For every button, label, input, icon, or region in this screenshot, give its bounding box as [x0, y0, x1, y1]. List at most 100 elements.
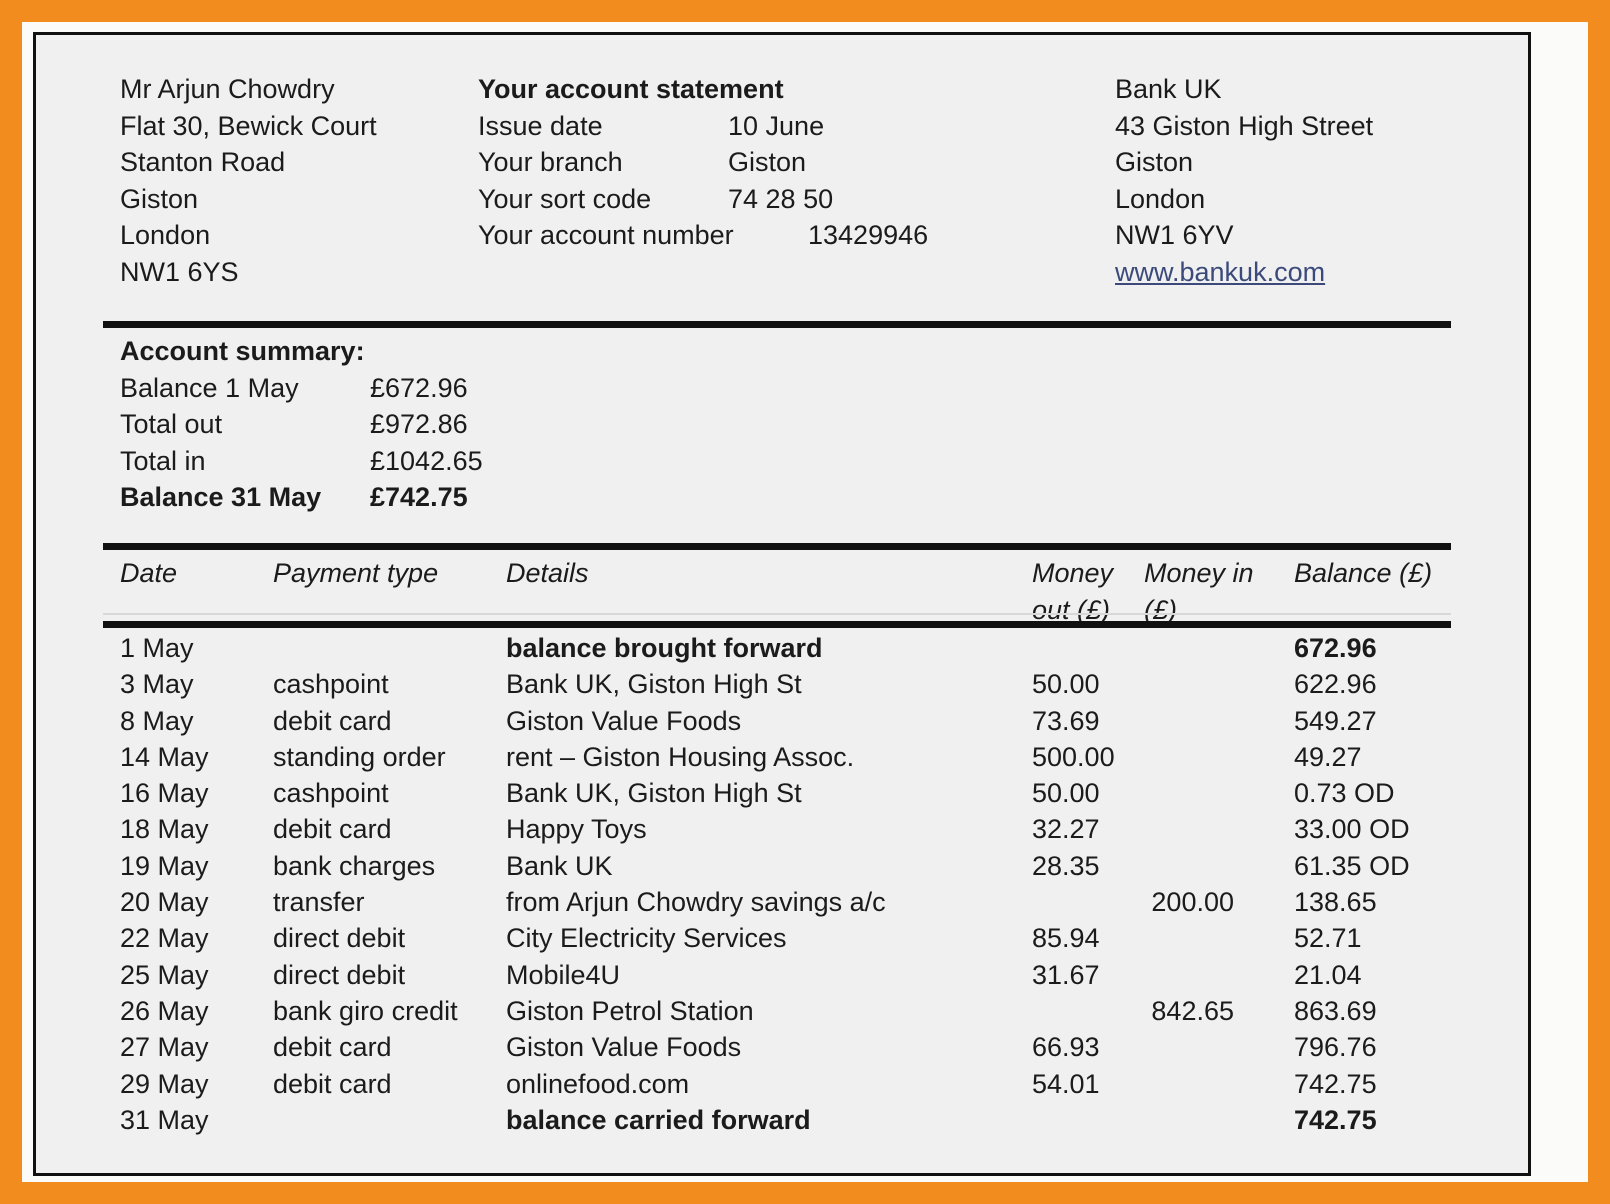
cell-balance: 0.73 OD — [1294, 778, 1395, 809]
cell-balance: 742.75 — [1294, 1104, 1377, 1135]
cell-money-in: 200.00 — [1151, 887, 1234, 918]
cell-details: Giston Petrol Station — [506, 995, 754, 1026]
sort-code-value: 74 28 50 — [728, 183, 834, 214]
table-row: 14 May standing order rent – Giston Hous… — [36, 742, 1528, 778]
cell-payment-type: direct debit — [273, 959, 406, 990]
cell-date: 16 May — [120, 778, 209, 809]
account-summary-title: Account summary: — [120, 336, 365, 366]
table-top-rule — [103, 543, 1451, 550]
cell-payment-type: bank giro credit — [273, 995, 458, 1026]
account-number-label: Your account number — [478, 220, 734, 250]
summary-value: £742.75 — [370, 482, 468, 512]
cell-money-out: 500.00 — [1032, 741, 1115, 772]
branch-row: Your branch Giston — [478, 144, 806, 181]
cell-details: City Electricity Services — [506, 923, 787, 954]
account-number-row: Your account number 13429946 — [478, 217, 928, 254]
cell-balance: 21.04 — [1294, 959, 1362, 990]
customer-address-line: Stanton Road — [120, 147, 286, 177]
bank-address-line: Bank UK — [1115, 74, 1222, 104]
cell-payment-type: bank charges — [273, 850, 436, 881]
table-row: 27 May debit card Giston Value Foods 66.… — [36, 1032, 1528, 1068]
summary-value: £972.86 — [370, 409, 468, 439]
transaction-table-header: Date Payment type Details Money out (£) … — [36, 555, 1528, 625]
cell-date: 14 May — [120, 741, 209, 772]
bank-website-link[interactable]: www.bankuk.com — [1115, 254, 1373, 291]
column-header-money-in: Money in (£) — [1144, 558, 1254, 625]
cell-date: 19 May — [120, 850, 209, 881]
customer-address-line: Giston — [120, 183, 199, 214]
cell-payment-type: debit card — [273, 1068, 392, 1099]
cell-date: 8 May — [120, 705, 194, 736]
cell-date: 29 May — [120, 1068, 209, 1099]
bank-statement-page: Mr Arjun Chowdry Flat 30, Bewick Court S… — [0, 0, 1610, 1204]
branch-label: Your branch — [478, 147, 623, 177]
cell-date: 1 May — [120, 633, 194, 663]
cell-money-out: 32.27 — [1032, 814, 1100, 845]
table-header-hairline — [103, 613, 1451, 615]
table-row: 26 May bank giro credit Giston Petrol St… — [36, 996, 1528, 1032]
cell-money-out: 54.01 — [1032, 1068, 1100, 1099]
cell-balance: 796.76 — [1294, 1032, 1377, 1063]
column-header-payment-type: Payment type — [273, 558, 439, 588]
cell-balance: 742.75 — [1294, 1068, 1377, 1099]
bank-address-line: London — [1115, 183, 1206, 214]
cell-date: 31 May — [120, 1104, 209, 1135]
table-row: 16 May cashpoint Bank UK, Giston High St… — [36, 778, 1528, 814]
customer-address-line: NW1 6YS — [120, 256, 239, 287]
column-header-date: Date — [120, 558, 178, 588]
account-details: Your account statement Issue date 10 Jun… — [478, 71, 928, 254]
cell-details: Bank UK, Giston High St — [506, 778, 802, 809]
cell-date: 18 May — [120, 814, 209, 845]
cell-money-out: 50.00 — [1032, 669, 1100, 700]
customer-address-line: Flat 30, Bewick Court — [120, 110, 377, 141]
cell-payment-type: transfer — [273, 887, 365, 918]
cell-details: balance carried forward — [506, 1104, 811, 1135]
cell-date: 20 May — [120, 887, 209, 918]
cell-money-out: 73.69 — [1032, 705, 1100, 736]
cell-payment-type: cashpoint — [273, 778, 389, 809]
branch-value: Giston — [728, 147, 807, 177]
table-row: 25 May direct debit Mobile4U 31.67 21.04 — [36, 960, 1528, 996]
cell-details: Bank UK, Giston High St — [506, 669, 802, 700]
cell-balance: 863.69 — [1294, 995, 1377, 1026]
column-header-money-out: Money out (£) — [1032, 558, 1114, 625]
statement-title: Your account statement — [478, 74, 784, 104]
summary-label: Balance 31 May — [120, 482, 322, 512]
bank-address-line: NW1 6YV — [1115, 220, 1234, 250]
table-row: 3 May cashpoint Bank UK, Giston High St … — [36, 669, 1528, 705]
cell-payment-type: cashpoint — [273, 669, 389, 700]
cell-payment-type: standing order — [273, 741, 446, 772]
table-row: 8 May debit card Giston Value Foods 73.6… — [36, 706, 1528, 742]
cell-balance: 33.00 OD — [1294, 814, 1410, 845]
cell-money-out: 85.94 — [1032, 923, 1100, 954]
cell-details: Happy Toys — [506, 814, 647, 845]
table-row: 29 May debit card onlinefood.com 54.01 7… — [36, 1069, 1528, 1105]
sort-code-row: Your sort code 74 28 50 — [478, 181, 833, 218]
table-row: 19 May bank charges Bank UK 28.35 61.35 … — [36, 851, 1528, 887]
summary-row: Total in £1042.65 — [120, 443, 483, 480]
cell-details: Mobile4U — [506, 959, 621, 990]
summary-row: Balance 1 May £672.96 — [120, 370, 468, 407]
cell-details: Giston Value Foods — [506, 1032, 742, 1063]
table-header-rule — [103, 621, 1451, 628]
cell-balance: 49.27 — [1294, 741, 1362, 772]
summary-label: Balance 1 May — [120, 372, 299, 403]
cell-date: 22 May — [120, 923, 209, 954]
cell-money-out: 28.35 — [1032, 850, 1100, 881]
cell-date: 3 May — [120, 669, 194, 700]
cell-date: 25 May — [120, 959, 209, 990]
cell-details: Bank UK — [506, 850, 613, 881]
customer-address-line: Mr Arjun Chowdry — [120, 74, 335, 104]
summary-value: £672.96 — [370, 372, 468, 403]
cell-date: 26 May — [120, 995, 209, 1026]
transaction-table-body: 1 May balance brought forward 672.96 3 M… — [36, 633, 1528, 1141]
cell-details: rent – Giston Housing Assoc. — [506, 741, 855, 772]
summary-top-rule — [103, 321, 1451, 328]
cell-balance: 672.96 — [1294, 633, 1377, 663]
cell-money-out: 31.67 — [1032, 959, 1100, 990]
cell-payment-type: direct debit — [273, 923, 406, 954]
cell-money-out: 50.00 — [1032, 778, 1100, 809]
table-row: 31 May balance carried forward 742.75 — [36, 1105, 1528, 1141]
cell-balance: 61.35 OD — [1294, 850, 1410, 881]
cell-money-out: 66.93 — [1032, 1032, 1100, 1063]
